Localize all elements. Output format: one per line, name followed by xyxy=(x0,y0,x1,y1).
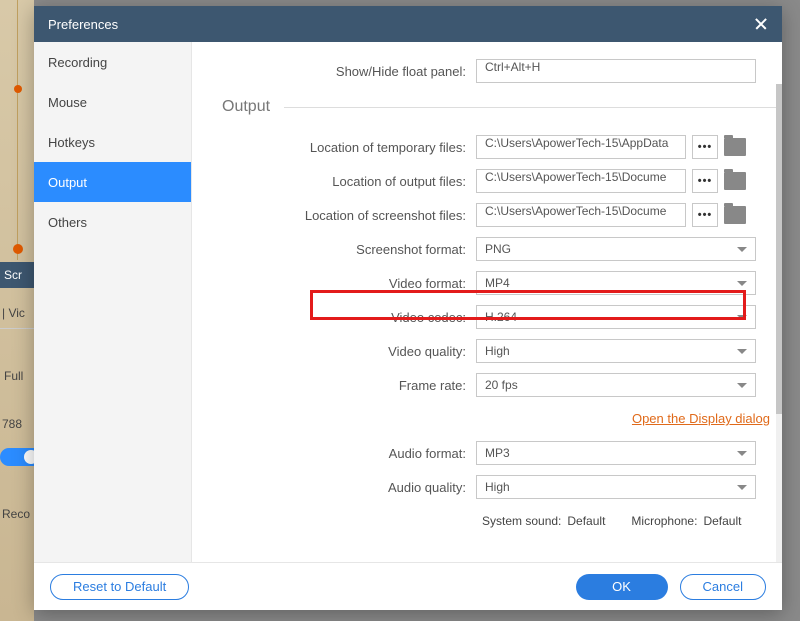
sidebar-item-recording[interactable]: Recording xyxy=(34,42,191,82)
out-loc-label: Location of output files: xyxy=(222,174,476,189)
shot-loc-label: Location of screenshot files: xyxy=(222,208,476,223)
temp-loc-browse-button[interactable]: ••• xyxy=(692,135,718,159)
vid-codec-select[interactable]: H.264 xyxy=(476,305,756,329)
sidebar-item-mouse[interactable]: Mouse xyxy=(34,82,191,122)
bg-titlebar-fragment: Scr xyxy=(0,262,34,288)
chevron-down-icon xyxy=(737,383,747,388)
chevron-down-icon xyxy=(737,247,747,252)
sidebar-item-label: Others xyxy=(48,215,87,230)
out-loc-browse-button[interactable]: ••• xyxy=(692,169,718,193)
chevron-down-icon xyxy=(737,315,747,320)
cancel-button[interactable]: Cancel xyxy=(680,574,766,600)
bg-text-reco: Reco xyxy=(2,507,30,521)
vid-quality-label: Video quality: xyxy=(222,344,476,359)
shot-loc-folder-icon[interactable] xyxy=(724,206,746,224)
bg-text-vid: | Vic xyxy=(2,306,25,320)
chevron-down-icon xyxy=(737,451,747,456)
vid-codec-label: Video codec: xyxy=(222,310,476,325)
bg-text-num: 788 xyxy=(2,417,22,431)
output-section-title: Output xyxy=(222,98,778,116)
float-panel-input[interactable]: Ctrl+Alt+H xyxy=(476,59,756,83)
sidebar-item-label: Hotkeys xyxy=(48,135,95,150)
close-icon[interactable] xyxy=(754,17,768,31)
sidebar-item-others[interactable]: Others xyxy=(34,202,191,242)
ok-button[interactable]: OK xyxy=(576,574,668,600)
dialog-footer: Reset to Default OK Cancel xyxy=(34,562,782,610)
shot-fmt-select[interactable]: PNG xyxy=(476,237,756,261)
dialog-titlebar: Preferences xyxy=(34,6,782,42)
shot-loc-input[interactable]: C:\Users\ApowerTech-15\Docume xyxy=(476,203,686,227)
out-loc-input[interactable]: C:\Users\ApowerTech-15\Docume xyxy=(476,169,686,193)
reset-button[interactable]: Reset to Default xyxy=(50,574,189,600)
frame-rate-label: Frame rate: xyxy=(222,378,476,393)
vid-fmt-label: Video format: xyxy=(222,276,476,291)
sidebar: Recording Mouse Hotkeys Output Others xyxy=(34,42,192,562)
chevron-down-icon xyxy=(737,281,747,286)
sidebar-item-hotkeys[interactable]: Hotkeys xyxy=(34,122,191,162)
aud-fmt-select[interactable]: MP3 xyxy=(476,441,756,465)
out-loc-folder-icon[interactable] xyxy=(724,172,746,190)
frame-rate-select[interactable]: 20 fps xyxy=(476,373,756,397)
aud-quality-select[interactable]: High xyxy=(476,475,756,499)
bg-text-full: Full xyxy=(4,369,23,383)
content-pane: Show/Hide float panel: Ctrl+Alt+H Output… xyxy=(192,42,782,562)
aud-fmt-label: Audio format: xyxy=(222,446,476,461)
temp-loc-label: Location of temporary files: xyxy=(222,140,476,155)
sidebar-item-label: Output xyxy=(48,175,87,190)
audio-device-status: System sound:Default Microphone:Default xyxy=(222,508,778,528)
preferences-dialog: Preferences Recording Mouse Hotkeys Outp… xyxy=(34,6,782,610)
open-display-dialog-link[interactable]: Open the Display dialog xyxy=(632,411,770,426)
sidebar-item-output[interactable]: Output xyxy=(34,162,191,202)
scrollbar-thumb[interactable] xyxy=(776,84,782,414)
sidebar-item-label: Recording xyxy=(48,55,107,70)
dialog-title: Preferences xyxy=(48,17,118,32)
temp-loc-folder-icon[interactable] xyxy=(724,138,746,156)
sidebar-item-label: Mouse xyxy=(48,95,87,110)
temp-loc-input[interactable]: C:\Users\ApowerTech-15\AppData xyxy=(476,135,686,159)
shot-fmt-label: Screenshot format: xyxy=(222,242,476,257)
float-panel-label: Show/Hide float panel: xyxy=(222,64,476,79)
vid-fmt-select[interactable]: MP4 xyxy=(476,271,756,295)
vid-quality-select[interactable]: High xyxy=(476,339,756,363)
shot-loc-browse-button[interactable]: ••• xyxy=(692,203,718,227)
chevron-down-icon xyxy=(737,349,747,354)
chevron-down-icon xyxy=(737,485,747,490)
aud-quality-label: Audio quality: xyxy=(222,480,476,495)
bg-toggle xyxy=(0,448,34,466)
